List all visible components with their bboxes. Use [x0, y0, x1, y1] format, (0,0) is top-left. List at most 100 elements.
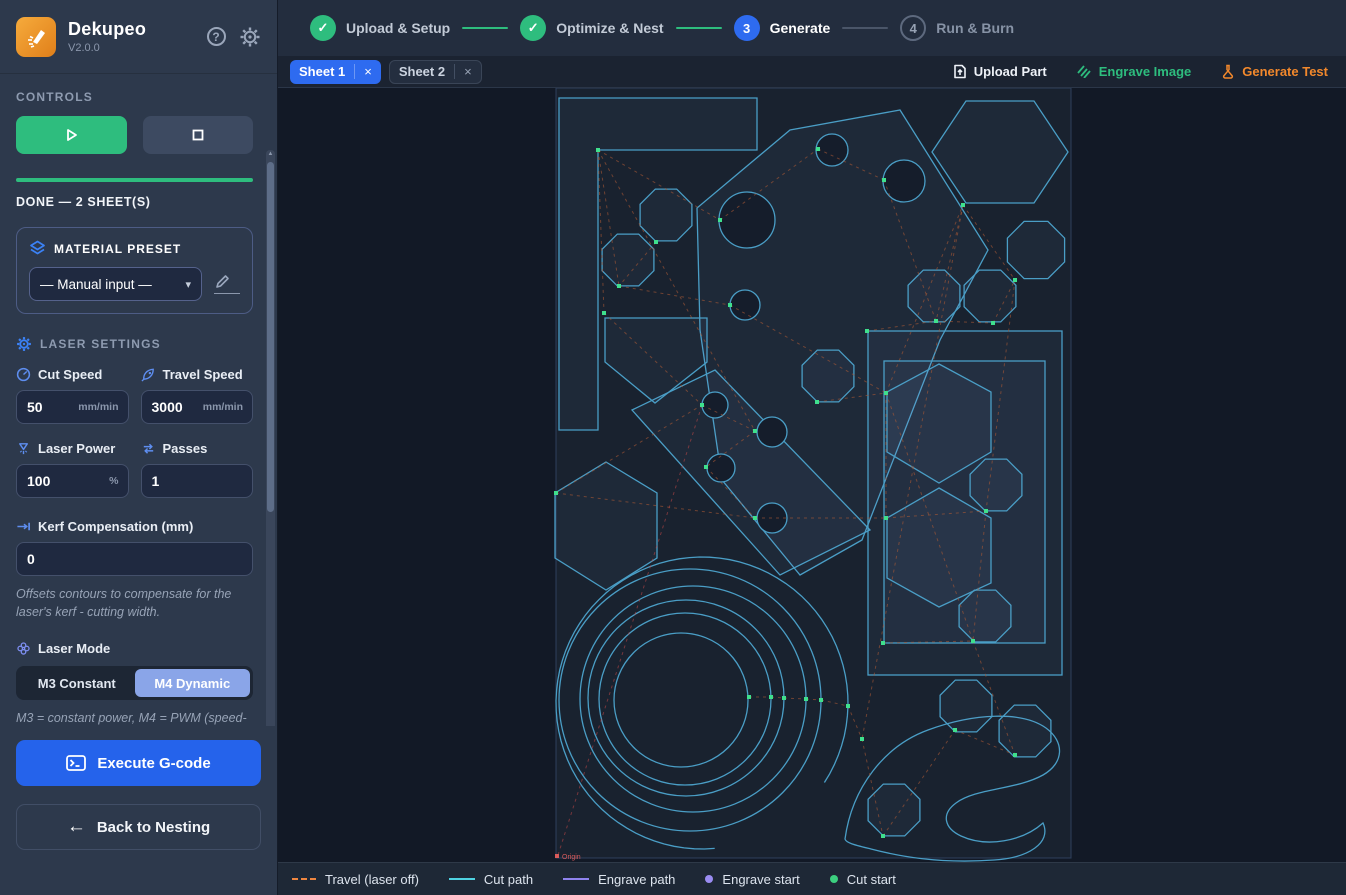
nesting-preview-svg: Origin [554, 88, 1072, 862]
step-connector [675, 27, 722, 29]
passes-label-row: Passes [141, 438, 254, 458]
execute-gcode-button[interactable]: Execute G-code [16, 740, 261, 786]
cut-speed-label-row: Cut Speed [16, 364, 129, 384]
sidebar-scroll-area: CONTROLS DONE — 2 SHEET(S) MATERIAL PRES… [0, 74, 277, 726]
step-generate[interactable]: 3 Generate [733, 15, 830, 41]
step-check-icon: ✓ [310, 15, 336, 41]
laser-mode-segmented: M3 Constant M4 Dynamic [16, 666, 253, 701]
laser-mode-label-row: Laser Mode [16, 638, 253, 658]
back-to-nesting-label: Back to Nesting [96, 818, 211, 836]
kerf-arrow-icon [17, 522, 30, 530]
play-icon [67, 129, 78, 141]
travel-swatch [292, 878, 316, 880]
stop-button[interactable] [142, 116, 253, 154]
status-done-label: DONE — 2 SHEET(S) [16, 195, 151, 209]
step-upload-setup[interactable]: ✓ Upload & Setup [310, 15, 450, 41]
layers-icon [30, 240, 45, 255]
material-preset-select[interactable]: — Manual input — ▾ [29, 267, 202, 301]
cut-start-swatch [829, 875, 838, 883]
upload-part-button[interactable]: Upload Part [953, 64, 1047, 79]
m4-dynamic-option[interactable]: M4 Dynamic [134, 669, 250, 698]
legend-travel: Travel (laser off) [292, 872, 419, 887]
stepper-bar: ✓ Upload & Setup ✓ Optimize & Nest 3 Gen… [278, 0, 1346, 56]
chevron-down-icon: ▾ [185, 278, 191, 291]
fan-icon [17, 642, 30, 655]
laser-power-input[interactable]: 100 % [16, 464, 129, 498]
laser-pen-icon [28, 29, 45, 48]
step-connector [462, 27, 509, 29]
hatch-lines-icon [1077, 65, 1091, 78]
engrave-start-swatch [705, 875, 714, 883]
help-icon: ? [206, 27, 226, 46]
step-run-burn[interactable]: 4 Run & Burn [900, 15, 1014, 41]
travel-speed-unit: mm/min [202, 401, 243, 413]
legend-cut-start: Cut start [829, 872, 896, 887]
travel-speed-input[interactable]: 3000 mm/min [140, 390, 253, 424]
brand-block: Dekupeo V2.0.0 [68, 19, 193, 54]
material-preset-card: MATERIAL PRESET — Manual input — ▾ [16, 227, 253, 314]
step-check-icon: ✓ [520, 15, 547, 41]
close-icon[interactable]: × [454, 64, 472, 79]
close-icon[interactable]: × [354, 64, 372, 79]
flask-icon [1223, 64, 1234, 79]
cut-path-swatch [448, 878, 475, 880]
sidebar-scrollbar[interactable]: ▲ ▼ [266, 150, 275, 726]
settings-button[interactable] [239, 26, 261, 48]
app-version: V2.0.0 [68, 42, 100, 54]
step-number: 4 [900, 15, 927, 41]
legend-bar: Travel (laser off) Cut path Engrave path… [278, 862, 1346, 895]
laser-power-unit: % [109, 475, 119, 487]
gauge-icon [16, 367, 31, 381]
rocket-icon [140, 368, 154, 382]
gear-icon [240, 27, 260, 46]
passes-input[interactable]: 1 [140, 464, 253, 498]
run-button[interactable] [16, 116, 127, 154]
cut-speed-input[interactable]: 50 mm/min [16, 390, 129, 424]
sheet-canvas[interactable]: Origin [278, 88, 1346, 862]
app-window: Dekupeo V2.0.0 ? CONTROLS DONE — 2 SHEET… [0, 0, 1346, 895]
legend-engrave-path: Engrave path [563, 872, 675, 887]
travel-speed-label-row: Travel Speed [140, 364, 254, 384]
engrave-image-button[interactable]: Engrave Image [1077, 64, 1191, 79]
sidebar: Dekupeo V2.0.0 ? CONTROLS DONE — 2 SHEET… [0, 0, 278, 895]
generate-test-button[interactable]: Generate Test [1221, 64, 1328, 79]
step-number: 3 [733, 15, 760, 41]
sidebar-footer: Execute G-code ← Back to Nesting [0, 726, 277, 850]
repeat-icon [143, 443, 153, 454]
controls-section-label: CONTROLS [16, 90, 93, 104]
scroll-up-icon[interactable]: ▲ [266, 151, 275, 157]
kerf-label-row: Kerf Compensation (mm) [16, 516, 253, 536]
back-arrow-icon: ← [66, 816, 86, 837]
kerf-help-text: Offsets contours to compensate for the l… [16, 587, 232, 620]
app-logo [16, 16, 56, 57]
scrollbar-thumb[interactable] [267, 162, 274, 512]
material-preset-title: MATERIAL PRESET [54, 241, 182, 256]
m3-constant-option[interactable]: M3 Constant [19, 669, 135, 697]
upload-file-icon [953, 64, 966, 79]
tab-sheet-2[interactable]: Sheet 2 × [388, 59, 482, 84]
kerf-input[interactable]: 0 [16, 542, 253, 576]
legend-cut-path: Cut path [448, 872, 533, 887]
step-connector [842, 27, 889, 29]
legend-engrave-start: Engrave start [705, 872, 800, 887]
step-optimize-nest[interactable]: ✓ Optimize & Nest [520, 15, 664, 41]
laser-diode-icon [19, 442, 28, 454]
material-preset-value: — Manual input — [40, 276, 152, 292]
progress-bar [16, 178, 253, 182]
laser-power-label-row: Laser Power [16, 438, 129, 458]
tab-sheet-1[interactable]: Sheet 1 × [290, 59, 381, 84]
engrave-path-swatch [563, 878, 590, 880]
origin-label: Origin [562, 854, 581, 861]
back-to-nesting-button[interactable]: ← Back to Nesting [16, 804, 261, 850]
app-title: Dekupeo [68, 19, 147, 39]
cut-speed-unit: mm/min [78, 401, 119, 413]
laser-settings-title: LASER SETTINGS [40, 337, 161, 351]
edit-preset-button[interactable] [214, 274, 240, 294]
laser-mode-help-text: M3 = constant power, M4 = PWM (speed-ada… [16, 711, 247, 726]
help-button[interactable]: ? [205, 26, 227, 48]
stop-icon [192, 129, 204, 141]
sheet-tabbar: Sheet 1 × Sheet 2 × Upload Part Engrave … [278, 56, 1346, 88]
main-area: ✓ Upload & Setup ✓ Optimize & Nest 3 Gen… [278, 0, 1346, 895]
terminal-icon [66, 755, 87, 771]
gear-icon [17, 337, 31, 351]
